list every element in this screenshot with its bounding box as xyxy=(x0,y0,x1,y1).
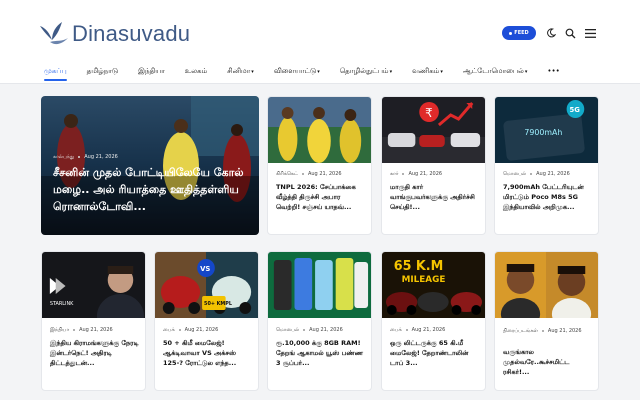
separator-dot xyxy=(530,173,533,175)
search-icon[interactable] xyxy=(563,26,577,40)
svg-text:₹: ₹ xyxy=(425,106,432,120)
article-category[interactable]: இந்தியா xyxy=(50,327,69,333)
article-date: Aug 21, 2026 xyxy=(547,328,582,334)
chevron-down-icon: ▾ xyxy=(524,69,528,75)
nav-item-home[interactable]: முகப்பு xyxy=(44,64,67,82)
svg-text:5G: 5G xyxy=(570,106,581,114)
nav-item-tamilnadu[interactable]: தமிழ்நாடு xyxy=(87,64,118,82)
article-category[interactable]: மொபைல் xyxy=(276,327,299,333)
article-thumbnail: STARLINK xyxy=(42,252,145,318)
article-category[interactable]: கிரிக்கெட் xyxy=(276,171,298,177)
article-meta: பைக் Aug 21, 2026 xyxy=(390,327,445,333)
article-date: Aug 21, 2026 xyxy=(411,327,446,333)
svg-text:VS: VS xyxy=(200,265,210,273)
article-meta: பைக் Aug 21, 2026 xyxy=(163,327,218,333)
article-card[interactable]: திரைப்படங்கள் Aug 21, 2026 வருங்கால முதல… xyxy=(494,251,599,391)
article-meta: கார் Aug 21, 2026 xyxy=(390,171,442,177)
nav-item-automobile[interactable]: ஆட்டோமொபைல்▾ xyxy=(463,64,528,82)
feed-label: FEED xyxy=(514,30,529,36)
feed-dot-icon xyxy=(509,31,513,35)
article-category[interactable]: கார் xyxy=(390,171,398,177)
chevron-down-icon: ▾ xyxy=(317,69,320,75)
bird-logo-icon xyxy=(40,22,68,45)
more-menu-icon[interactable]: ••• xyxy=(547,64,559,82)
hero-category[interactable]: கால்பந்து xyxy=(53,154,74,160)
article-card[interactable]: 65 K.M MILEAGE பைக் Aug 21, 2026 ஒரு லிட… xyxy=(381,251,486,391)
separator-dot xyxy=(301,173,304,175)
article-title[interactable]: ஒரு லிட்டருக்கு 65 கி.மீ மைலேஜ்! தேறாண்ட… xyxy=(390,338,479,368)
article-title[interactable]: TNPL 2026: சேப்பாக்கை வீழ்த்தி திருச்சி … xyxy=(276,182,365,212)
moon-icon[interactable] xyxy=(544,26,558,40)
hero-article-card[interactable]: கால்பந்து Aug 21, 2026 சீசனின் முதல் போட… xyxy=(41,96,259,235)
feed-button[interactable]: FEED xyxy=(502,26,536,40)
article-thumbnail: ₹ xyxy=(382,97,485,163)
article-meta: இந்தியா Aug 21, 2026 xyxy=(50,327,113,333)
article-date: Aug 21, 2026 xyxy=(309,327,343,333)
nav-item-sports[interactable]: விளையாட்டு▾ xyxy=(274,64,320,82)
article-date: Aug 21, 2026 xyxy=(408,171,443,177)
article-title[interactable]: இந்திய கிராமங்களுக்கு நேரடி இன்டர்நெட்! … xyxy=(50,338,139,368)
article-thumbnail: 65 K.M MILEAGE xyxy=(382,252,485,318)
svg-text:STARLINK: STARLINK xyxy=(50,301,74,307)
separator-dot xyxy=(405,329,408,331)
svg-text:MILEAGE: MILEAGE xyxy=(402,275,446,285)
svg-text:65 K.M: 65 K.M xyxy=(394,259,444,274)
site-header: Dinasuvadu FEED முகப்பு தமிழ்நாடு இந்திய… xyxy=(0,0,640,84)
article-meta: மொபைல் Aug 21, 2026 xyxy=(503,171,570,177)
separator-dot xyxy=(402,173,405,175)
article-category[interactable]: மொபைல் xyxy=(503,171,526,177)
main-nav: முகப்பு தமிழ்நாடு இந்தியா உலகம் சினிமா▾ … xyxy=(44,64,580,82)
nav-item-world[interactable]: உலகம் xyxy=(185,64,207,82)
article-card[interactable]: 7900mAh 5G மொபைல் Aug 21, 2026 7,900mAh … xyxy=(494,96,599,235)
brand-name: Dinasuvadu xyxy=(72,21,191,46)
article-category[interactable]: பைக் xyxy=(390,327,402,333)
article-title[interactable]: 7,900mAh பேட்டரியுடன் மிரட்டும் Poco M8s… xyxy=(503,182,592,212)
separator-dot xyxy=(303,329,306,331)
chevron-down-icon: ▾ xyxy=(389,69,393,75)
nav-item-business[interactable]: வணிகம்▾ xyxy=(412,64,443,82)
article-thumbnail: 7900mAh 5G xyxy=(495,97,598,163)
article-meta: கிரிக்கெட் Aug 21, 2026 xyxy=(276,171,342,177)
article-date: Aug 21, 2026 xyxy=(307,171,342,177)
hero-date: Aug 21, 2026 xyxy=(84,154,118,160)
article-card[interactable]: கிரிக்கெட் Aug 21, 2026 TNPL 2026: சேப்ப… xyxy=(267,96,372,235)
article-title[interactable]: வருங்கால முதல்வரே..கூச்சமிட்ட ரசிகர்!... xyxy=(503,347,592,377)
article-date: Aug 21, 2026 xyxy=(536,171,570,177)
article-meta: மொபைல் Aug 21, 2026 xyxy=(276,327,343,333)
hero-meta: கால்பந்து Aug 21, 2026 xyxy=(53,154,118,160)
hero-title[interactable]: சீசனின் முதல் போட்டியிலேயே கோல் மழை.. அல… xyxy=(53,164,258,215)
article-thumbnail: VS 50+ KMPL xyxy=(155,252,258,318)
separator-dot xyxy=(178,329,181,331)
article-card[interactable]: VS 50+ KMPL பைக் Aug 21, 2026 50 + கிமீ … xyxy=(154,251,259,391)
hamburger-icon[interactable] xyxy=(583,26,597,40)
svg-text:7900mAh: 7900mAh xyxy=(524,128,562,137)
article-title[interactable]: ரூ.10,000 க்கு 8GB RAM! தேறங் ஆகாமல் யூஸ… xyxy=(276,338,365,368)
separator-dot xyxy=(73,329,76,331)
article-meta: திரைப்படங்கள் Aug 21, 2026 xyxy=(503,327,593,335)
article-title[interactable]: மாருதி கார் வாங்குபவர்களுக்கு அதிர்ச்சி … xyxy=(390,182,479,212)
chevron-down-icon: ▾ xyxy=(440,69,443,75)
nav-item-india[interactable]: இந்தியா xyxy=(138,64,165,82)
nav-item-cinema[interactable]: சினிமா▾ xyxy=(227,64,254,82)
article-date: Aug 21, 2026 xyxy=(79,327,113,333)
site-logo[interactable]: Dinasuvadu xyxy=(38,20,190,48)
nav-item-technology[interactable]: தொழில்நுட்பம்▾ xyxy=(340,64,392,82)
separator-dot xyxy=(78,156,81,158)
article-card[interactable]: ₹ கார் Aug 21, 2026 மாருதி கார் வாங்குபவ… xyxy=(381,96,486,235)
chevron-down-icon: ▾ xyxy=(251,69,254,75)
article-thumbnail xyxy=(268,97,371,163)
article-card[interactable]: மொபைல் Aug 21, 2026 ரூ.10,000 க்கு 8GB R… xyxy=(267,251,372,391)
article-date: Aug 21, 2026 xyxy=(184,327,219,333)
article-title[interactable]: 50 + கிமீ மைலேஜ்! ஆக்டிவாவா VS அக்சஸ் 12… xyxy=(163,338,252,368)
article-thumbnail xyxy=(495,252,598,318)
article-category[interactable]: பைக் xyxy=(163,327,175,333)
article-thumbnail xyxy=(268,252,371,318)
separator-dot xyxy=(541,330,544,332)
article-category[interactable]: திரைப்படங்கள் xyxy=(503,327,538,335)
svg-text:50+ KMPL: 50+ KMPL xyxy=(204,301,233,307)
article-card[interactable]: STARLINK இந்தியா Aug 21, 2026 இந்திய கிர… xyxy=(41,251,146,391)
